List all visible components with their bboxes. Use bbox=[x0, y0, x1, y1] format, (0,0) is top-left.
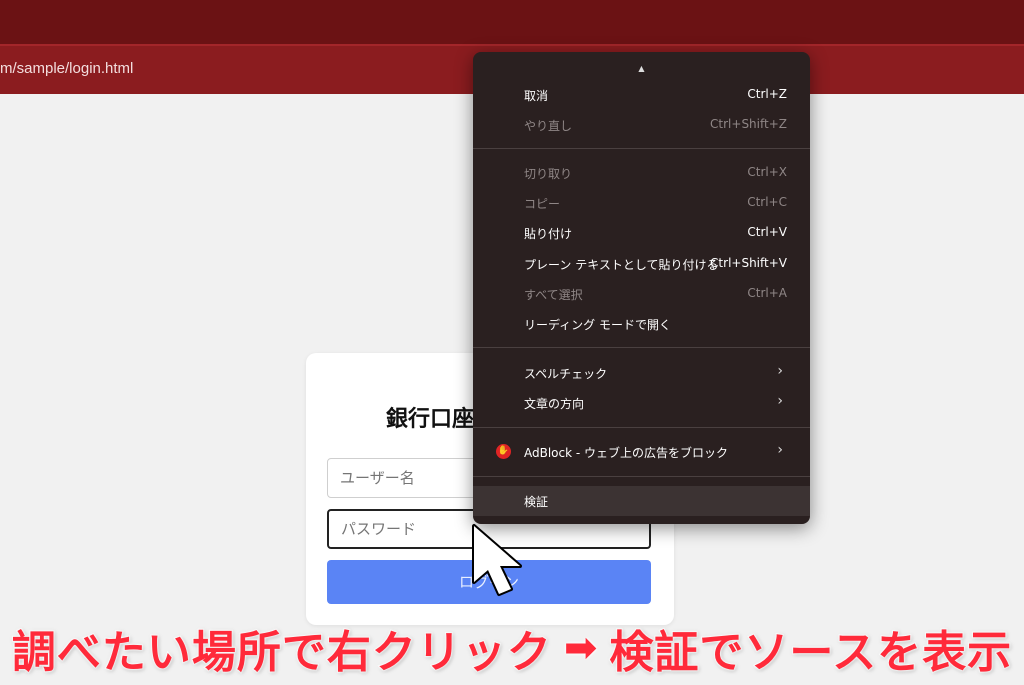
menu-item-label: 検証 bbox=[524, 495, 549, 509]
menu-item-shortcut: Ctrl+C bbox=[747, 195, 787, 209]
url-text[interactable]: m/sample/login.html bbox=[0, 60, 133, 77]
chevron-right-icon: › bbox=[777, 393, 783, 409]
menu-item-label: やり直し bbox=[524, 119, 573, 133]
menu-item-shortcut: Ctrl+A bbox=[747, 286, 787, 300]
context-menu: ▲ 取消 Ctrl+Z やり直し Ctrl+Shift+Z 切り取り Ctrl+… bbox=[473, 52, 810, 524]
menu-item-redo: やり直し Ctrl+Shift+Z bbox=[473, 110, 810, 140]
menu-item-undo[interactable]: 取消 Ctrl+Z bbox=[473, 80, 810, 110]
menu-item-shortcut: Ctrl+Shift+V bbox=[710, 256, 787, 270]
menu-item-label: AdBlock - ウェブ上の広告をブロック bbox=[524, 446, 729, 460]
menu-item-cut: 切り取り Ctrl+X bbox=[473, 158, 810, 188]
login-title: 銀行口座 bbox=[386, 407, 475, 432]
menu-item-shortcut: Ctrl+Shift+Z bbox=[710, 117, 787, 131]
menu-item-shortcut: Ctrl+X bbox=[747, 165, 787, 179]
menu-item-label: コピー bbox=[524, 197, 561, 211]
menu-item-adblock[interactable]: ✋ AdBlock - ウェブ上の広告をブロック › bbox=[473, 437, 810, 467]
adblock-hand-icon: ✋ bbox=[496, 444, 511, 459]
menu-item-paste[interactable]: 貼り付け Ctrl+V bbox=[473, 218, 810, 248]
menu-item-reading-mode[interactable]: リーディング モードで開く bbox=[473, 309, 810, 339]
menu-item-label: 貼り付け bbox=[524, 227, 573, 241]
banner-right-text: 検証でソースを表示 bbox=[608, 626, 1013, 679]
browser-titlebar bbox=[0, 0, 1024, 44]
menu-item-shortcut: Ctrl+Z bbox=[747, 87, 787, 101]
menu-separator bbox=[473, 476, 810, 477]
banner-left-text: 調べたい場所で右クリック bbox=[11, 626, 552, 679]
menu-separator bbox=[473, 148, 810, 149]
menu-item-label: すべて選択 bbox=[524, 288, 583, 302]
mouse-pointer-icon bbox=[472, 524, 522, 596]
menu-scroll-up-icon[interactable]: ▲ bbox=[473, 64, 810, 73]
menu-item-label: 文章の方向 bbox=[524, 397, 585, 411]
chevron-right-icon: › bbox=[777, 442, 783, 458]
menu-item-select-all: すべて選択 Ctrl+A bbox=[473, 279, 810, 309]
menu-item-text-direction[interactable]: 文章の方向 › bbox=[473, 388, 810, 418]
menu-separator bbox=[473, 427, 810, 428]
menu-item-paste-plain[interactable]: プレーン テキストとして貼り付ける Ctrl+Shift+V bbox=[473, 249, 810, 279]
menu-separator bbox=[473, 347, 810, 348]
chevron-right-icon: › bbox=[777, 363, 783, 379]
menu-item-shortcut: Ctrl+V bbox=[747, 225, 787, 239]
menu-item-label: 取消 bbox=[524, 89, 549, 103]
right-arrow-icon: ➡ bbox=[563, 624, 598, 671]
menu-item-label: プレーン テキストとして貼り付ける bbox=[524, 258, 719, 272]
menu-item-label: リーディング モードで開く bbox=[524, 318, 671, 332]
menu-item-label: 切り取り bbox=[524, 167, 573, 181]
menu-item-inspect[interactable]: 検証 bbox=[473, 486, 810, 516]
instruction-banner: 調べたい場所で右クリック ➡ 検証でソースを表示 bbox=[0, 610, 1024, 685]
menu-item-copy: コピー Ctrl+C bbox=[473, 188, 810, 218]
menu-item-label: スペルチェック bbox=[524, 367, 608, 381]
menu-item-spellcheck[interactable]: スペルチェック › bbox=[473, 358, 810, 388]
